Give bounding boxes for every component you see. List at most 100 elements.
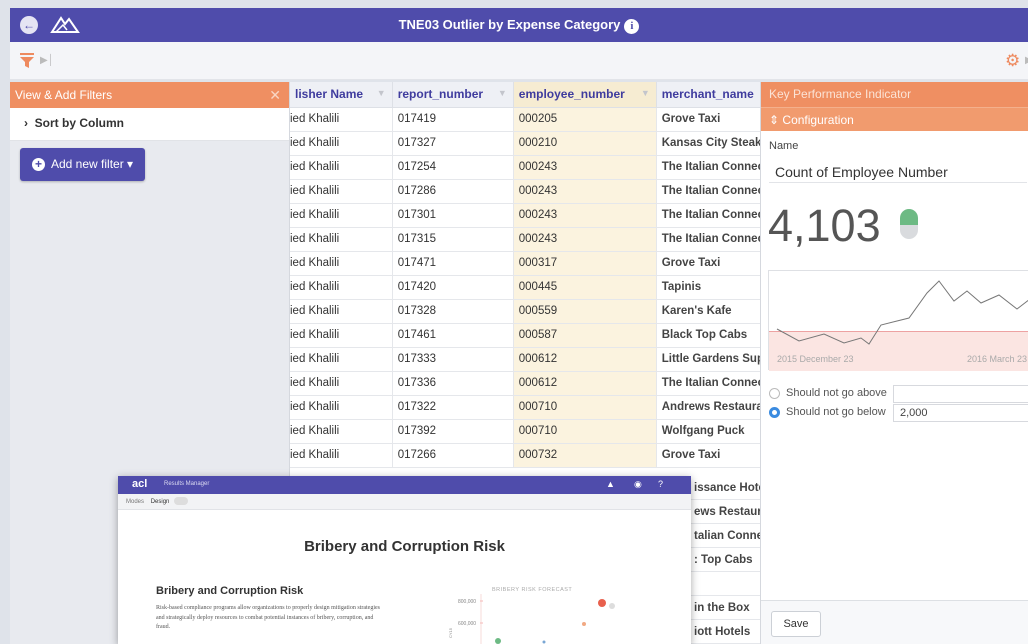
merchant-name-cell[interactable]: iott Hotels [691,620,760,644]
table-row[interactable]: ied Khalili 017420 000445 Tapinis [290,275,765,300]
table-row[interactable]: ied Khalili 017254 000243 The Italian Conne… [290,155,765,180]
employee-number-cell[interactable]: 000710 [513,395,657,420]
merchant-name-cell[interactable]: Black Top Cabs [656,323,765,348]
report-number-cell[interactable]: 017333 [392,347,514,372]
merchant-name-cell[interactable]: in the Box [691,596,760,620]
table-row[interactable]: ied Khalili 017327 000210 Kansas City Steak [290,131,765,156]
merchant-name-cell[interactable]: talian Connec [691,524,760,548]
user-icon[interactable]: ◉ [634,479,642,490]
employee-number-cell[interactable]: 000317 [513,251,657,276]
report-number-cell[interactable]: 017392 [392,419,514,444]
merchant-name-cell[interactable]: The Italian Connec [656,227,765,252]
report-number-cell[interactable]: 017301 [392,203,514,228]
report-number-cell[interactable]: 017471 [392,251,514,276]
publisher-name-cell[interactable]: ied Khalili [290,107,393,132]
report-number-cell[interactable]: 017336 [392,371,514,396]
publisher-name-cell[interactable]: ied Khalili [290,275,393,300]
filter-icon[interactable]: ▼ [641,88,650,98]
report-number-cell[interactable]: 017328 [392,299,514,324]
table-row[interactable]: ied Khalili 017301 000243 The Italian Conne… [290,203,765,228]
help-icon[interactable]: ? [658,479,663,489]
info-icon[interactable]: i [624,19,640,34]
collapse-icon[interactable]: ▶│ [40,55,54,66]
radio-button-selected[interactable] [769,406,780,418]
sort-by-column[interactable]: › Sort by Column [10,108,289,141]
merchant-name-cell[interactable]: The Italian Connec [656,203,765,228]
employee-number-cell[interactable]: 000243 [513,179,657,204]
merchant-name-cell[interactable]: The Italian Connec [656,179,765,204]
table-row[interactable]: ied Khalili 017333 000612 Little Gardens Su… [290,347,765,372]
column-header-publisher-name[interactable]: lisher Name ▼ [290,82,393,108]
publisher-name-cell[interactable]: ied Khalili [290,419,393,444]
merchant-name-cell[interactable] [691,572,760,596]
merchant-name-cell[interactable]: The Italian Connec [656,371,765,396]
merchant-name-cell[interactable]: Little Gardens Sup [656,347,765,372]
employee-number-cell[interactable]: 000587 [513,323,657,348]
report-number-cell[interactable]: 017327 [392,131,514,156]
table-row[interactable]: ied Khalili 017461 000587 Black Top Cabs [290,323,765,348]
publisher-name-cell[interactable]: ied Khalili [290,323,393,348]
column-header-employee-number[interactable]: employee_number ▼ [513,82,657,108]
publisher-name-cell[interactable]: ied Khalili [290,299,393,324]
report-number-cell[interactable]: 017420 [392,275,514,300]
table-row[interactable]: ied Khalili 017286 000243 The Italian Conne… [290,179,765,204]
report-number-cell[interactable]: 017286 [392,179,514,204]
publisher-name-cell[interactable]: ied Khalili [290,227,393,252]
merchant-name-cell[interactable]: Tapinis [656,275,765,300]
merchant-name-cell[interactable]: : Top Cabs [691,548,760,572]
kpi-name-field[interactable]: Count of Employee Number [775,164,948,180]
publisher-name-cell[interactable]: ied Khalili [290,203,393,228]
merchant-name-cell[interactable]: Wolfgang Puck [656,419,765,444]
publisher-name-cell[interactable]: ied Khalili [290,443,393,468]
add-filter-button[interactable]: + Add new filter ▾ [20,148,145,181]
table-row[interactable]: ied Khalili 017328 000559 Karen's Kafe [290,299,765,324]
publisher-name-cell[interactable]: ied Khalili [290,395,393,420]
table-row[interactable]: ied Khalili 017419 000205 Grove Taxi [290,107,765,132]
merchant-name-cell[interactable]: Karen's Kafe [656,299,765,324]
merchant-name-cell[interactable]: Grove Taxi [656,251,765,276]
design-toggle[interactable] [174,497,189,506]
employee-number-cell[interactable]: 000445 [513,275,657,300]
table-row[interactable]: ied Khalili 017471 000317 Grove Taxi [290,251,765,276]
employee-number-cell[interactable]: 000559 [513,299,657,324]
employee-number-cell[interactable]: 000205 [513,107,657,132]
table-row[interactable]: ied Khalili 017315 000243 The Italian Conne… [290,227,765,252]
merchant-name-cell[interactable]: Andrews Restaura [656,395,765,420]
publisher-name-cell[interactable]: ied Khalili [290,131,393,156]
publisher-name-cell[interactable]: ied Khalili [290,179,393,204]
publisher-name-cell[interactable]: ied Khalili [290,251,393,276]
table-row[interactable]: ied Khalili 017392 000710 Wolfgang Puck [290,419,765,444]
merchant-name-cell[interactable]: Grove Taxi [656,107,765,132]
below-threshold-input[interactable]: 2,000 [893,404,1028,422]
employee-number-cell[interactable]: 000243 [513,203,657,228]
employee-number-cell[interactable]: 000243 [513,227,657,252]
merchant-name-cell[interactable]: Kansas City Steak [656,131,765,156]
column-header-merchant-name[interactable]: merchant_name [656,82,765,108]
employee-number-cell[interactable]: 000210 [513,131,657,156]
radio-button[interactable] [769,387,780,399]
employee-number-cell[interactable]: 000710 [513,419,657,444]
report-number-cell[interactable]: 017461 [392,323,514,348]
publisher-name-cell[interactable]: ied Khalili [290,347,393,372]
report-number-cell[interactable]: 017322 [392,395,514,420]
report-number-cell[interactable]: 017254 [392,155,514,180]
radio-below[interactable]: Should not go below [769,406,886,418]
table-row[interactable]: ied Khalili 017266 000732 Grove Taxi [290,443,765,468]
above-threshold-input[interactable] [893,385,1028,403]
radio-above[interactable]: Should not go above [769,387,887,399]
column-header-report-number[interactable]: report_number ▼ [392,82,514,108]
report-number-cell[interactable]: 017266 [392,443,514,468]
employee-number-cell[interactable]: 000732 [513,443,657,468]
table-row[interactable]: ied Khalili 017322 000710 Andrews Restaura [290,395,765,420]
bell-icon[interactable]: ▲ [606,479,615,489]
filter-icon[interactable]: ▼ [498,88,507,98]
close-icon[interactable]: ✕ [269,82,281,108]
merchant-name-cell[interactable]: ews Restaura [691,500,760,524]
employee-number-cell[interactable]: 000612 [513,371,657,396]
publisher-name-cell[interactable]: ied Khalili [290,155,393,180]
employee-number-cell[interactable]: 000612 [513,347,657,372]
save-button[interactable]: Save [771,611,821,637]
merchant-name-cell[interactable]: The Italian Connec [656,155,765,180]
report-number-cell[interactable]: 017315 [392,227,514,252]
table-row[interactable]: ied Khalili 017336 000612 The Italian Conne… [290,371,765,396]
